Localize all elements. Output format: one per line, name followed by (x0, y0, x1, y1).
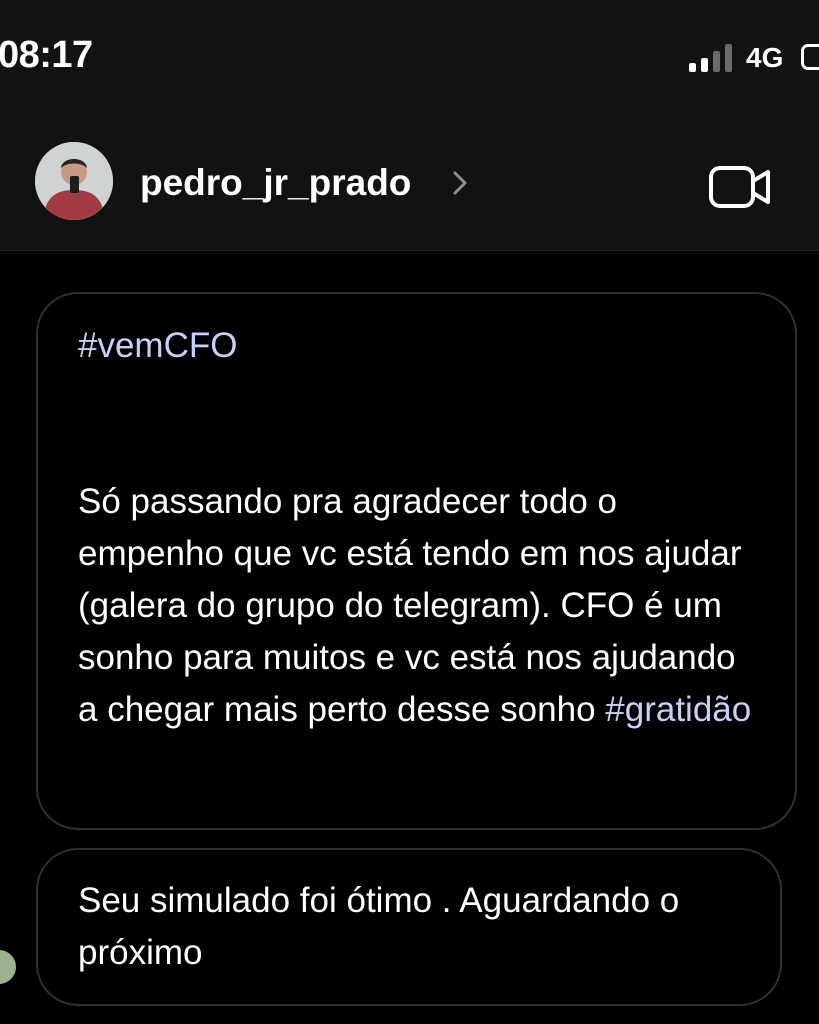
message-text: Seu simulado foi ótimo . Aguardando o pr… (78, 881, 680, 972)
hashtag-link[interactable]: #gratidão (605, 690, 751, 729)
message-text: Só passando pra agradecer todo o empenho… (78, 476, 755, 736)
username[interactable]: pedro_jr_prado (140, 162, 411, 204)
message-bubble[interactable]: #vemCFO Só passando pra agradecer todo o… (36, 292, 797, 830)
message-bubble[interactable]: Seu simulado foi ótimo . Aguardando o pr… (36, 848, 782, 1006)
avatar[interactable] (35, 142, 113, 220)
sender-avatar (0, 950, 16, 984)
chevron-right-icon[interactable] (450, 168, 470, 198)
status-bar: 08:17 4G (0, 0, 819, 110)
hashtag-link[interactable]: #vemCFO (78, 320, 755, 372)
video-call-icon[interactable] (708, 162, 774, 212)
chat-header: pedro_jr_prado (0, 110, 819, 251)
signal-icon (689, 42, 735, 72)
status-time: 08:17 (0, 34, 93, 76)
network-type: 4G (746, 42, 784, 73)
battery-icon (801, 44, 819, 70)
